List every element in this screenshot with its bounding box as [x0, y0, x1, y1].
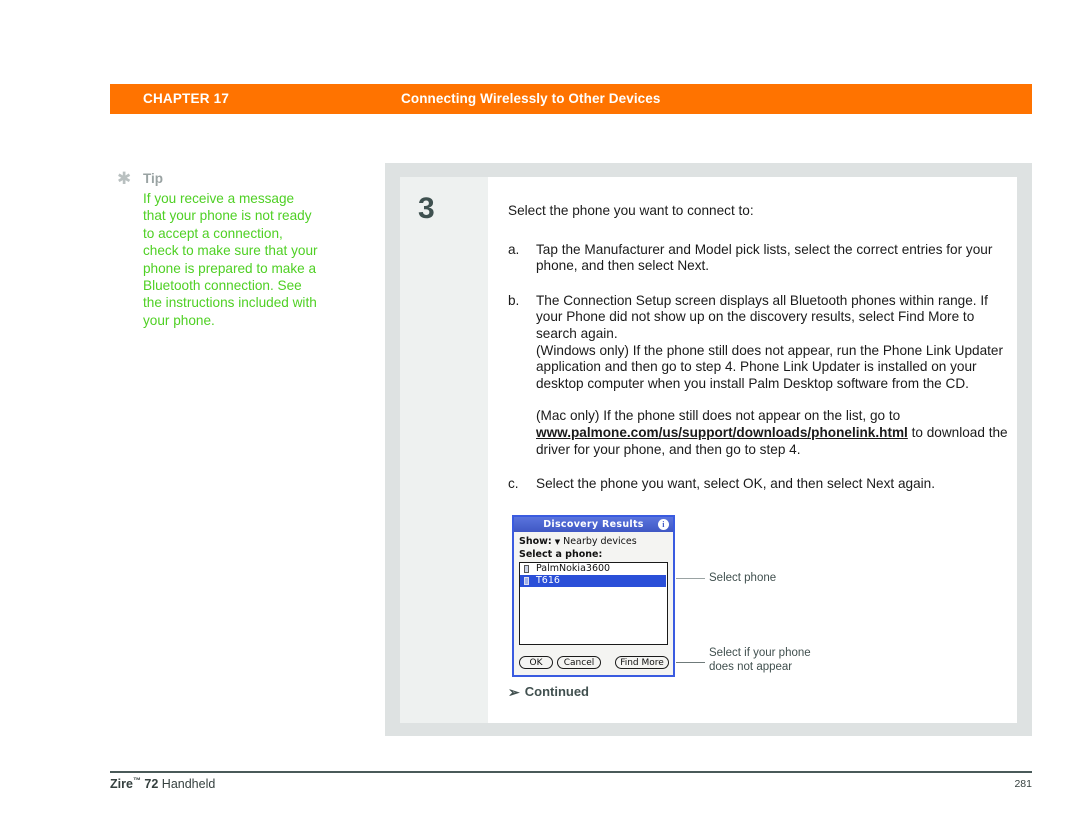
device-icon — [524, 577, 529, 585]
step-number-column: 3 — [400, 177, 488, 723]
step-item-c: c. Select the phone you want, select OK,… — [508, 476, 1008, 493]
step-item-c-text: Select the phone you want, select OK, an… — [536, 476, 935, 492]
select-a-phone-label: Select a phone: — [519, 549, 603, 560]
mac-note-before: (Mac only) If the phone still does not a… — [536, 408, 901, 424]
tip-body-text: If you receive a message that your phone… — [143, 191, 318, 328]
footer-model: 72 — [140, 777, 159, 792]
header-chapter: CHAPTER 17 — [143, 91, 229, 106]
dialog-button-row: OK Cancel Find More — [519, 656, 669, 670]
page-number: 281 — [1014, 778, 1032, 790]
page-header-band: CHAPTER 17 Connecting Wirelessly to Othe… — [110, 84, 1032, 114]
trademark-icon: ™ — [132, 776, 141, 785]
step-item-a-text: Tap the Manufacturer and Model pick list… — [536, 241, 993, 274]
header-chapter-label: CHAPTER — [143, 91, 210, 106]
show-filter-row[interactable]: Show: ▼ Nearby devices — [519, 536, 637, 547]
list-item[interactable]: PalmNokia3600 — [520, 563, 667, 575]
cancel-button[interactable]: Cancel — [557, 656, 601, 669]
arrow-down-right-icon: ➢ — [508, 684, 520, 700]
phonelink-url[interactable]: www.palmone.com/us/support/downloads/pho… — [536, 425, 908, 440]
tip-block: ✱ Tip If you receive a message that your… — [117, 170, 318, 329]
step-item-b-windows-note: (Windows only) If the phone still does n… — [536, 342, 1003, 391]
show-value: Nearby devices — [563, 536, 637, 547]
step-content: Select the phone you want to connect to:… — [508, 203, 1008, 511]
tip-heading: ✱ Tip — [117, 170, 317, 188]
asterisk-icon: ✱ — [117, 169, 132, 188]
callout-find-more-line2: does not appear — [709, 661, 793, 673]
show-label: Show: — [519, 536, 552, 547]
device-icon — [524, 565, 529, 573]
continued-label: Continued — [524, 684, 589, 699]
header-section-title: Connecting Wirelessly to Other Devices — [401, 91, 661, 106]
list-item-label: PalmNokia3600 — [536, 563, 611, 574]
info-icon[interactable]: i — [658, 519, 669, 530]
list-item-label: T616 — [536, 575, 560, 586]
discovery-results-dialog: Discovery Results i Show: ▼ Nearby devic… — [512, 515, 675, 677]
callout-select-phone: Select phone — [709, 571, 776, 585]
find-more-button[interactable]: Find More — [615, 656, 669, 669]
step-item-b-marker: b. — [508, 292, 520, 308]
footer-product-line: Zire™ 72 Handheld — [110, 776, 215, 791]
step-item-a: a. Tap the Manufacturer and Model pick l… — [508, 242, 1008, 275]
dialog-title-text: Discovery Results — [543, 519, 644, 530]
footer-divider — [110, 771, 1032, 773]
step-item-c-marker: c. — [508, 476, 519, 492]
step-lead-text: Select the phone you want to connect to: — [508, 203, 754, 218]
footer-product-name: Zire — [110, 777, 133, 792]
phone-list[interactable]: PalmNokia3600 T616 — [519, 562, 668, 645]
header-chapter-number: 17 — [213, 91, 230, 106]
ok-button[interactable]: OK — [519, 656, 553, 669]
callout-select-phone-text: Select phone — [709, 572, 777, 584]
list-item[interactable]: T616 — [520, 575, 666, 587]
caret-down-icon[interactable]: ▼ — [555, 538, 560, 546]
footer-suffix: Handheld — [158, 777, 216, 792]
tip-label: Tip — [143, 171, 163, 186]
step-item-b-text: The Connection Setup screen displays all… — [536, 292, 988, 341]
dialog-title-bar: Discovery Results i — [514, 517, 673, 532]
step-item-b-mac-note: (Mac only) If the phone still does not a… — [536, 408, 1008, 458]
step-item-a-marker: a. — [508, 241, 520, 257]
callout-leader-select-phone — [676, 578, 705, 580]
continued-marker: ➢ Continued — [508, 684, 589, 699]
callout-find-more: Select if your phone does not appear — [709, 646, 811, 674]
step-item-b: b. The Connection Setup screen displays … — [508, 293, 1008, 458]
callout-leader-find-more — [676, 662, 705, 664]
callout-find-more-line1: Select if your phone — [709, 647, 811, 659]
step-panel-inner: 3 Select the phone you want to connect t… — [400, 177, 1017, 723]
step-number: 3 — [418, 192, 435, 225]
